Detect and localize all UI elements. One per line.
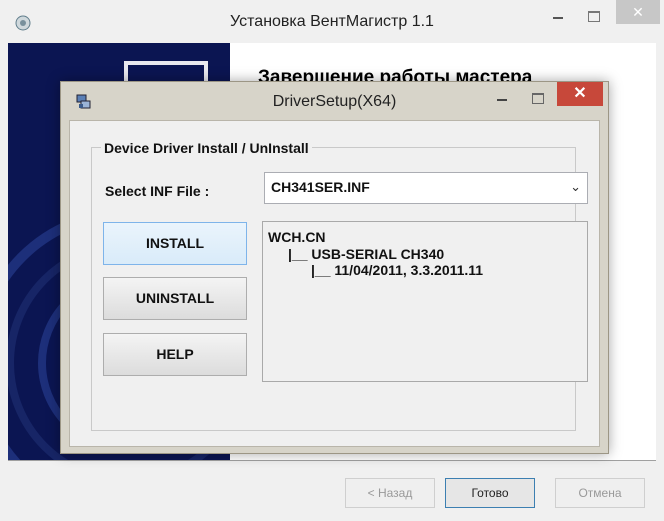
installer-maximize-button[interactable] [583, 6, 603, 24]
driver-setup-titlebar[interactable]: DriverSetup(X64) ✕ [61, 82, 608, 120]
finish-button[interactable]: Готово [445, 478, 535, 508]
installer-divider [8, 460, 656, 461]
driver-device: |__ USB-SERIAL CH340 [288, 246, 445, 262]
driver-setup-title: DriverSetup(X64) [272, 93, 397, 110]
installer-minimize-button[interactable] [548, 8, 568, 26]
uninstall-button[interactable]: UNINSTALL [103, 277, 247, 320]
install-button[interactable]: INSTALL [103, 222, 247, 265]
driver-setup-client: Device Driver Install / UnInstall Select… [69, 120, 600, 447]
dialog-maximize-button[interactable] [528, 88, 548, 106]
chevron-down-icon[interactable]: ⌄ [570, 179, 581, 195]
driver-setup-dialog: DriverSetup(X64) ✕ Device Driver Install… [60, 81, 609, 454]
dialog-minimize-button[interactable] [493, 90, 513, 108]
inf-file-select[interactable]: CH341SER.INF ⌄ [264, 172, 588, 204]
cancel-button[interactable]: Отмена [555, 478, 645, 508]
inf-file-value: CH341SER.INF [271, 179, 370, 195]
driver-vendor: WCH.CN [268, 229, 326, 245]
help-button[interactable]: HELP [103, 333, 247, 376]
dialog-close-button[interactable]: ✕ [557, 82, 603, 106]
installer-close-button[interactable]: ✕ [616, 0, 660, 24]
installer-titlebar: Установка ВентМагистр 1.1 ✕ [0, 0, 664, 43]
driver-version: |__ 11/04/2011, 3.3.2011.11 [311, 262, 484, 278]
inf-file-label: Select INF File : [105, 183, 210, 199]
back-button[interactable]: < Назад [345, 478, 435, 508]
driver-info-box: WCH.CN |__ USB-SERIAL CH340 |__ 11/04/20… [262, 221, 588, 382]
driver-group-title: Device Driver Install / UnInstall [101, 140, 312, 156]
